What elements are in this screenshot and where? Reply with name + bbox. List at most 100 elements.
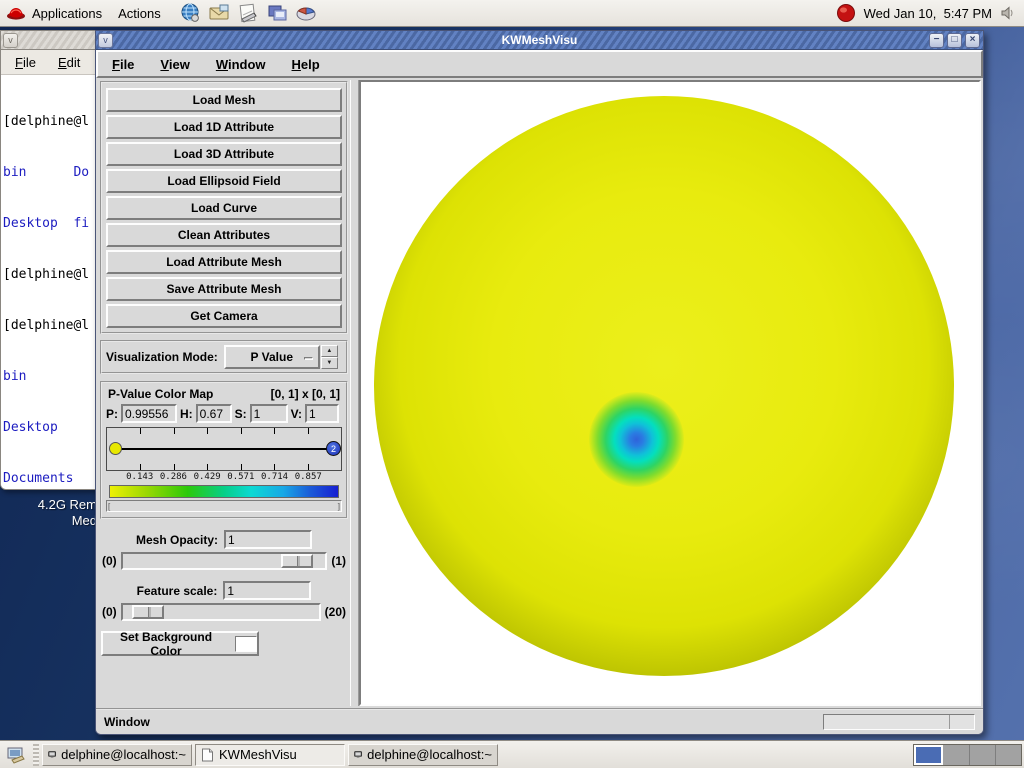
app-statusbar: Window [96,708,983,734]
progress-gauge-cell [949,715,974,729]
terminal-menu-edit[interactable]: Edit [58,55,80,70]
colormap-title: P-Value Color Map [108,387,213,401]
workspace-2[interactable] [943,745,969,765]
visualization-mode-frame: Visualization Mode: P Value ▲ ▼ [100,340,348,374]
colormap-tick-labels: 0.143 0.286 0.429 0.571 0.714 0.857 [106,472,342,483]
menu-window[interactable]: Window [216,57,266,72]
desktop-icon-label[interactable]: 4.2G Rem Med [0,497,97,529]
bottom-taskbar: delphine@localhost:~ KWMeshVisu delphine… [0,740,1024,768]
render-viewport[interactable] [359,80,981,706]
terminal-shade-button[interactable]: v [3,33,18,48]
feature-scale-label: Feature scale: [137,584,218,598]
pvalue-colormap-frame: P-Value Color Map [0, 1] x [0, 1] P: H: … [100,381,348,519]
show-desktop-icon [6,746,26,764]
load-ellipsoid-field-button[interactable]: Load Ellipsoid Field [106,169,342,193]
colormap-right-node[interactable]: 2 [326,441,341,456]
task-label: delphine@localhost:~ [61,747,186,762]
pvalue-spot [589,392,684,487]
desktop-icon-label-line1: 4.2G Rem [0,497,97,513]
p-field-input[interactable] [121,404,177,423]
colormap-function-canvas[interactable]: 2 [106,427,342,471]
mesh-opacity-min: (0) [102,554,117,568]
alert-notification-icon[interactable] [836,3,856,23]
colormap-range: [0, 1] x [0, 1] [271,387,340,401]
feature-scale-min: (0) [102,605,117,619]
menu-help[interactable]: Help [292,57,320,72]
workspace-switcher [913,744,1022,766]
set-background-color-button[interactable]: Set Background Color [101,631,259,656]
spinner-down-icon[interactable]: ▼ [321,357,338,369]
show-desktop-button[interactable] [2,743,30,767]
feature-scale-input[interactable] [223,581,311,600]
load-1d-attribute-button[interactable]: Load 1D Attribute [106,115,342,139]
mesh-sphere[interactable] [374,96,954,676]
load-curve-button[interactable]: Load Curve [106,196,342,220]
mesh-opacity-label: Mesh Opacity: [136,533,218,547]
progress-gauge [823,714,975,730]
v-field-label: V: [291,407,302,421]
panel-right-area: Wed Jan 10, 5:47 PM [836,3,1024,23]
s-field-label: S: [235,407,247,421]
feature-scale-max: (20) [325,605,346,619]
colormap-left-node[interactable] [109,442,122,455]
task-terminal-2[interactable]: delphine@localhost:~ [348,744,498,766]
email-icon[interactable] [208,2,230,24]
web-browser-icon[interactable] [179,2,201,24]
colormap-scrollbar[interactable]: [ ] [106,500,342,512]
visualization-mode-spinner: ▲ ▼ [321,345,338,369]
kwmeshvisu-window: v KWMeshVisu − □ × File View Window Help… [95,30,984,735]
calc-icon[interactable] [295,2,317,24]
save-attribute-mesh-button[interactable]: Save Attribute Mesh [106,277,342,301]
h-field-input[interactable] [196,404,232,423]
applications-menu[interactable]: Applications [0,0,112,26]
workspace-4[interactable] [996,745,1021,765]
app-window-title: KWMeshVisu [96,33,983,47]
task-terminal-1[interactable]: delphine@localhost:~ [42,744,192,766]
mesh-opacity-handle[interactable] [281,554,313,568]
task-label: delphine@localhost:~ [367,747,492,762]
s-field-input[interactable] [250,404,288,423]
v-field-input[interactable] [305,404,339,423]
actions-menu[interactable]: Actions [112,0,171,26]
menu-view[interactable]: View [160,57,189,72]
load-3d-attribute-button[interactable]: Load 3D Attribute [106,142,342,166]
workspace-3[interactable] [970,745,996,765]
scrollbar-left-grip[interactable]: [ [108,502,110,511]
panel-sash[interactable] [350,80,359,706]
clean-attributes-button[interactable]: Clean Attributes [106,223,342,247]
control-panel: Load Mesh Load 1D Attribute Load 3D Attr… [98,80,350,706]
p-field-label: P: [106,407,118,421]
load-mesh-button[interactable]: Load Mesh [106,88,342,112]
redhat-logo-icon [6,5,26,21]
taskbar-grip[interactable] [33,744,39,766]
mesh-opacity-max: (1) [331,554,346,568]
menu-file[interactable]: File [112,57,134,72]
feature-scale-block: Feature scale: (0) (20) [100,581,348,621]
scrollbar-right-grip[interactable]: ] [338,502,340,511]
transfer-function-line [117,448,329,450]
mesh-opacity-block: Mesh Opacity: (0) (1) [100,530,348,570]
visualization-mode-label: Visualization Mode: [106,350,218,364]
app-titlebar[interactable]: v KWMeshVisu − □ × [96,31,983,50]
load-attribute-mesh-button[interactable]: Load Attribute Mesh [106,250,342,274]
visualization-mode-dropdown[interactable]: P Value [224,345,320,369]
visualization-mode-value: P Value [251,350,293,364]
volume-icon[interactable] [1000,5,1016,21]
impress-icon[interactable] [266,2,288,24]
panel-clock[interactable]: Wed Jan 10, 5:47 PM [864,6,992,21]
writer-icon[interactable] [237,2,259,24]
feature-scale-slider[interactable] [121,603,321,621]
app-main-area: Load Mesh Load 1D Attribute Load 3D Attr… [96,78,983,708]
applications-menu-label: Applications [32,5,102,21]
spinner-up-icon[interactable]: ▲ [321,345,338,357]
terminal-menu-file[interactable]: File [15,55,36,70]
top-panel: Applications Actions [0,0,1024,27]
statusbar-label: Window [104,715,150,729]
feature-scale-handle[interactable] [132,605,164,619]
get-camera-button[interactable]: Get Camera [106,304,342,328]
workspace-1[interactable] [914,745,943,765]
mesh-opacity-input[interactable] [224,530,312,549]
document-icon [201,748,214,762]
task-kwmeshvisu[interactable]: KWMeshVisu [195,744,345,766]
mesh-opacity-slider[interactable] [121,552,328,570]
